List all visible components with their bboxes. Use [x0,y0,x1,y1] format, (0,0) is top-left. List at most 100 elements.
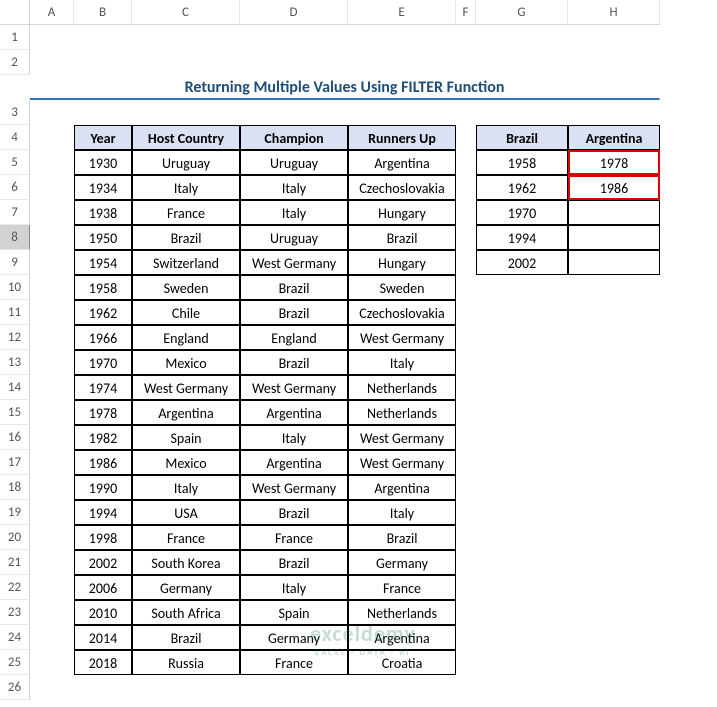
cell-F21[interactable] [456,550,476,575]
cell-F8[interactable] [456,225,476,250]
col-header-F[interactable]: F [456,0,476,25]
main-cell[interactable]: Italy [240,575,348,600]
main-cell[interactable]: South Korea [132,550,240,575]
cell-H16[interactable] [568,425,660,450]
main-cell[interactable]: Netherlands [348,375,456,400]
cell-F10[interactable] [456,275,476,300]
main-cell[interactable]: Brazil [240,300,348,325]
cell-H22[interactable] [568,575,660,600]
highlighted-cell[interactable]: 1986 [568,175,660,200]
main-cell[interactable]: Croatia [348,650,456,675]
row-header-21[interactable]: 21 [0,550,30,575]
cell-H14[interactable] [568,375,660,400]
main-cell[interactable]: Czechoslovakia [348,300,456,325]
cell-F24[interactable] [456,625,476,650]
cell-H13[interactable] [568,350,660,375]
main-cell[interactable]: Brazil [348,525,456,550]
cell-H24[interactable] [568,625,660,650]
main-cell[interactable]: Hungary [348,250,456,275]
main-cell[interactable]: France [240,650,348,675]
main-cell[interactable]: 1930 [74,150,132,175]
row-header-1[interactable]: 1 [0,25,30,50]
cell-A10[interactable] [30,275,74,300]
cell-G17[interactable] [476,450,568,475]
row-header-16[interactable]: 16 [0,425,30,450]
main-cell[interactable]: 1990 [74,475,132,500]
main-cell[interactable]: South Africa [132,600,240,625]
cell-H11[interactable] [568,300,660,325]
cell-A21[interactable] [30,550,74,575]
cell-A2[interactable] [30,50,74,75]
cell-A14[interactable] [30,375,74,400]
main-cell[interactable]: Chile [132,300,240,325]
cell-G24[interactable] [476,625,568,650]
cell-G25[interactable] [476,650,568,675]
cell-A12[interactable] [30,325,74,350]
cell-F5[interactable] [456,150,476,175]
cell-A6[interactable] [30,175,74,200]
cell-A11[interactable] [30,300,74,325]
row-header-8[interactable]: 8 [0,225,30,250]
main-cell[interactable]: Brazil [240,275,348,300]
main-cell[interactable]: 2002 [74,550,132,575]
main-cell[interactable]: Spain [240,600,348,625]
main-cell[interactable]: Sweden [132,275,240,300]
cell-G3[interactable] [476,100,568,125]
main-cell[interactable]: West Germany [240,250,348,275]
cell-H12[interactable] [568,325,660,350]
cell-A19[interactable] [30,500,74,525]
cell-H15[interactable] [568,400,660,425]
main-cell[interactable]: France [348,575,456,600]
main-cell[interactable]: 1998 [74,525,132,550]
cell-G20[interactable] [476,525,568,550]
main-cell[interactable]: France [132,525,240,550]
row-header-2[interactable]: 2 [0,50,30,75]
cell-B26[interactable] [74,675,132,700]
cell-G12[interactable] [476,325,568,350]
main-cell[interactable]: Germany [348,550,456,575]
main-cell[interactable]: Argentina [240,450,348,475]
cell-D26[interactable] [240,675,348,700]
main-cell[interactable]: Brazil [132,625,240,650]
cell-A22[interactable] [30,575,74,600]
cell-H10[interactable] [568,275,660,300]
side-cell[interactable] [568,225,660,250]
main-cell[interactable]: England [240,325,348,350]
cell-G14[interactable] [476,375,568,400]
row-header-11[interactable]: 11 [0,300,30,325]
cell-F7[interactable] [456,200,476,225]
main-cell[interactable]: France [132,200,240,225]
row-header-15[interactable]: 15 [0,400,30,425]
cell-G23[interactable] [476,600,568,625]
main-cell[interactable]: Uruguay [240,150,348,175]
main-cell[interactable]: West Germany [132,375,240,400]
cell-F18[interactable] [456,475,476,500]
row-header-10[interactable]: 10 [0,275,30,300]
cell-F15[interactable] [456,400,476,425]
cell-A25[interactable] [30,650,74,675]
main-cell[interactable]: Italy [240,425,348,450]
main-cell[interactable]: West Germany [348,450,456,475]
cell-G19[interactable] [476,500,568,525]
cell-F11[interactable] [456,300,476,325]
cell-G15[interactable] [476,400,568,425]
cell-A18[interactable] [30,475,74,500]
cell-F6[interactable] [456,175,476,200]
main-cell[interactable]: 1958 [74,275,132,300]
main-cell[interactable]: Brazil [132,225,240,250]
cell-F25[interactable] [456,650,476,675]
main-cell[interactable]: Argentina [348,625,456,650]
main-cell[interactable]: Argentina [348,475,456,500]
main-cell[interactable]: West Germany [348,325,456,350]
cell-E26[interactable] [348,675,456,700]
main-cell[interactable]: 1938 [74,200,132,225]
main-cell[interactable]: Italy [132,475,240,500]
main-cell[interactable]: Italy [240,175,348,200]
main-cell[interactable]: Argentina [240,400,348,425]
row-header-3[interactable]: 3 [0,100,30,125]
cell-A20[interactable] [30,525,74,550]
side-cell[interactable]: 1962 [476,175,568,200]
main-cell[interactable]: Brazil [240,500,348,525]
main-cell[interactable]: 1994 [74,500,132,525]
row-header-7[interactable]: 7 [0,200,30,225]
